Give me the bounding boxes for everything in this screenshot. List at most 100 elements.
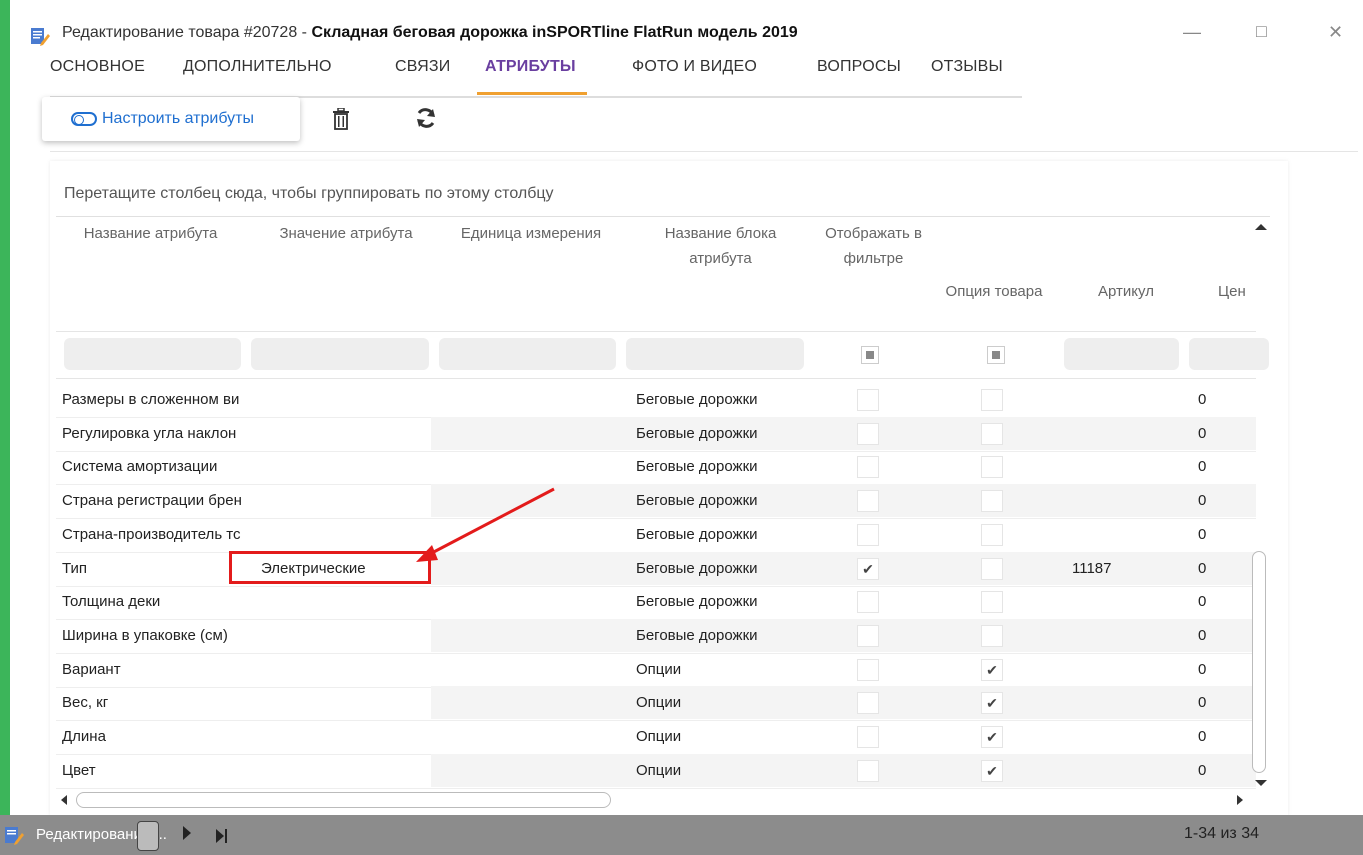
cell-attribute-name[interactable]: Размеры в сложенном ви — [62, 391, 244, 408]
cell-block-name[interactable]: Опции — [636, 762, 796, 779]
cell-price[interactable]: 0 — [1198, 391, 1238, 408]
cell-attribute-name[interactable]: Страна регистрации брен — [62, 492, 244, 509]
product-option-checkbox[interactable] — [981, 523, 1003, 546]
filter-name-input[interactable] — [64, 338, 241, 370]
product-option-checkbox[interactable] — [981, 557, 1003, 580]
cell-block-name[interactable]: Беговые дорожки — [636, 627, 796, 644]
product-option-checkbox[interactable] — [981, 591, 1003, 614]
show-in-filter-checkbox[interactable] — [857, 422, 879, 445]
cell-attribute-name[interactable]: Ширина в упаковке (см) — [62, 627, 244, 644]
table-row[interactable]: Цвет Опции ✔ 0 — [56, 753, 1256, 789]
product-option-checkbox[interactable]: ✔ — [981, 726, 1003, 748]
cell-attribute-name[interactable]: Цвет — [62, 762, 244, 779]
cell-price[interactable]: 0 — [1198, 762, 1238, 779]
header-sku[interactable]: Артикул — [1071, 279, 1181, 304]
tab-additional[interactable]: ДОПОЛНИТЕЛЬНО — [183, 58, 332, 76]
table-row[interactable]: Страна регистрации брен Беговые дорожки 0 — [56, 484, 1256, 520]
cell-block-name[interactable]: Опции — [636, 661, 796, 678]
filter-sku-input[interactable] — [1064, 338, 1179, 370]
tab-photo-video[interactable]: ФОТО И ВИДЕО — [632, 58, 757, 76]
cell-price[interactable]: 0 — [1198, 694, 1238, 711]
header-attribute-name[interactable]: Название атрибута — [68, 221, 233, 246]
product-option-checkbox[interactable] — [981, 389, 1003, 411]
table-row[interactable]: Длина Опции ✔ 0 — [56, 720, 1256, 755]
show-in-filter-checkbox[interactable] — [857, 624, 879, 647]
product-option-checkbox[interactable] — [981, 490, 1003, 513]
header-block-name[interactable]: Название блока атрибута — [628, 221, 813, 271]
show-in-filter-checkbox[interactable] — [857, 591, 879, 614]
show-in-filter-checkbox[interactable] — [857, 523, 879, 546]
product-option-checkbox[interactable] — [981, 456, 1003, 479]
pager-page-input[interactable] — [137, 821, 159, 851]
table-row[interactable]: Вес, кг Опции ✔ 0 — [56, 686, 1256, 722]
tab-main[interactable]: ОСНОВНОЕ — [50, 58, 145, 76]
product-option-checkbox[interactable] — [981, 422, 1003, 445]
next-page-icon[interactable] — [180, 824, 194, 842]
cell-block-name[interactable]: Опции — [636, 694, 796, 711]
table-row[interactable]: Регулировка угла наклон Беговые дорожки 0 — [56, 416, 1256, 452]
header-show-in-filter[interactable]: Отображать в фильтре — [806, 221, 941, 271]
refresh-icon[interactable] — [415, 107, 437, 129]
scroll-left-icon[interactable] — [58, 791, 70, 809]
cell-block-name[interactable]: Беговые дорожки — [636, 391, 796, 408]
show-in-filter-checkbox[interactable] — [857, 692, 879, 715]
vertical-scroll-thumb[interactable] — [1252, 551, 1266, 773]
cell-price[interactable]: 0 — [1198, 661, 1238, 678]
scroll-right-icon[interactable] — [1234, 791, 1246, 809]
filter-value-input[interactable] — [251, 338, 429, 370]
tab-reviews[interactable]: ОТЗЫВЫ — [931, 58, 1003, 76]
show-in-filter-checkbox[interactable] — [857, 759, 879, 782]
show-in-filter-checkbox[interactable] — [857, 658, 879, 681]
tab-links[interactable]: СВЯЗИ — [395, 58, 450, 76]
vertical-scrollbar[interactable] — [1250, 221, 1268, 791]
product-option-checkbox[interactable]: ✔ — [981, 658, 1003, 681]
cell-attribute-name[interactable]: Толщина деки — [62, 593, 244, 610]
cell-attribute-name[interactable]: Длина — [62, 728, 244, 745]
filter-show-in-filter-checkbox[interactable] — [861, 346, 879, 364]
header-unit[interactable]: Единица измерения — [441, 221, 621, 246]
trash-icon[interactable] — [332, 108, 350, 130]
table-row[interactable]: Вариант Опции ✔ 0 — [56, 653, 1256, 688]
cell-attribute-name[interactable]: Вариант — [62, 661, 244, 678]
filter-block-input[interactable] — [626, 338, 804, 370]
show-in-filter-checkbox[interactable]: ✔ — [857, 557, 879, 580]
cell-price[interactable]: 0 — [1198, 526, 1238, 543]
product-option-checkbox[interactable]: ✔ — [981, 759, 1003, 782]
tab-questions[interactable]: ВОПРОСЫ — [817, 58, 901, 76]
header-attribute-value[interactable]: Значение атрибута — [256, 221, 436, 246]
cell-block-name[interactable]: Опции — [636, 728, 796, 745]
show-in-filter-checkbox[interactable] — [857, 490, 879, 513]
table-row[interactable]: Система амортизации Беговые дорожки 0 — [56, 450, 1256, 486]
cell-attribute-name[interactable]: Система амортизации — [62, 458, 244, 475]
maximize-icon[interactable]: □ — [1256, 21, 1267, 42]
cell-price[interactable]: 0 — [1198, 425, 1238, 442]
cell-block-name[interactable]: Беговые дорожки — [636, 560, 796, 577]
table-row[interactable]: Ширина в упаковке (см) Беговые дорожки 0 — [56, 618, 1256, 654]
cell-block-name[interactable]: Беговые дорожки — [636, 526, 796, 543]
cell-sku[interactable]: 11187 — [1072, 560, 1152, 577]
cell-price[interactable]: 0 — [1198, 593, 1238, 610]
cell-attribute-name[interactable]: Тип — [62, 560, 244, 577]
scroll-down-icon[interactable] — [1252, 777, 1270, 789]
cell-price[interactable]: 0 — [1198, 627, 1238, 644]
configure-attributes-button[interactable]: Настроить атрибуты — [42, 97, 300, 141]
last-page-icon[interactable] — [214, 827, 230, 845]
cell-price[interactable]: 0 — [1198, 560, 1238, 577]
table-row[interactable]: Размеры в сложенном ви Беговые дорожки 0 — [56, 383, 1256, 418]
cell-attribute-name[interactable]: Регулировка угла наклон — [62, 425, 244, 442]
table-row[interactable]: Толщина деки Беговые дорожки 0 — [56, 585, 1256, 621]
product-option-checkbox[interactable] — [981, 624, 1003, 647]
horizontal-scrollbar[interactable] — [56, 790, 1246, 808]
close-icon[interactable]: ✕ — [1328, 22, 1343, 43]
cell-price[interactable]: 0 — [1198, 728, 1238, 745]
product-option-checkbox[interactable]: ✔ — [981, 692, 1003, 715]
cell-attribute-name[interactable]: Страна-производитель тс — [62, 526, 244, 543]
cell-price[interactable]: 0 — [1198, 492, 1238, 509]
cell-block-name[interactable]: Беговые дорожки — [636, 492, 796, 509]
header-product-option[interactable]: Опция товара — [934, 279, 1054, 304]
cell-block-name[interactable]: Беговые дорожки — [636, 593, 796, 610]
filter-option-checkbox[interactable] — [987, 346, 1005, 364]
minimize-icon[interactable]: — — [1183, 22, 1201, 43]
scroll-up-icon[interactable] — [1252, 221, 1270, 233]
filter-unit-input[interactable] — [439, 338, 616, 370]
